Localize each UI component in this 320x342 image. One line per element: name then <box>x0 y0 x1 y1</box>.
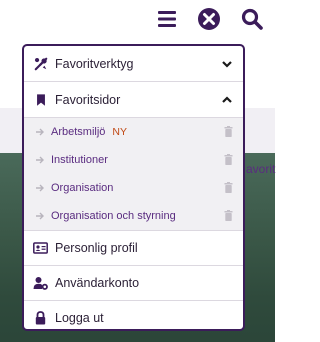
arrow-right-icon <box>36 184 44 192</box>
arrow-right-icon <box>36 156 44 164</box>
menu-icon[interactable] <box>155 7 179 31</box>
arrow-right-icon <box>36 212 44 220</box>
user-account-label: Användarkonto <box>55 276 140 290</box>
user-account-link[interactable]: Användarkonto <box>24 265 243 300</box>
chevron-up-icon <box>222 96 232 103</box>
logout-label: Logga ut <box>55 311 104 325</box>
favorite-tools-header[interactable]: Favoritverktyg <box>24 46 243 82</box>
tools-icon <box>34 57 48 70</box>
favorite-pages-label: Favoritsidor <box>55 92 121 107</box>
favorite-tools-label: Favoritverktyg <box>55 56 134 71</box>
favorite-page-item[interactable]: Organisation och styrning <box>24 202 243 230</box>
arrow-right-icon <box>36 128 44 136</box>
new-badge: NY <box>112 126 127 138</box>
chevron-down-icon <box>222 61 232 68</box>
trash-icon[interactable] <box>224 182 233 193</box>
favorite-pages-list: Arbetsmiljö NY Institutioner Organisatio… <box>24 118 243 230</box>
id-card-icon <box>33 242 48 254</box>
top-bar <box>0 0 275 38</box>
background-partial-text: avorit <box>246 162 276 176</box>
favorite-pages-header[interactable]: Favoritsidor <box>24 82 243 118</box>
search-icon[interactable] <box>240 7 264 31</box>
favorite-page-label: Organisation <box>51 182 114 194</box>
logout-link[interactable]: Logga ut <box>24 300 243 329</box>
trash-icon[interactable] <box>224 126 233 137</box>
trash-icon[interactable] <box>224 210 233 221</box>
trash-icon[interactable] <box>224 154 233 165</box>
favorite-page-label: Institutioner <box>51 154 108 166</box>
lock-icon <box>35 311 46 325</box>
personal-profile-link[interactable]: Personlig profil <box>24 230 243 265</box>
favorite-page-item[interactable]: Arbetsmiljö NY <box>24 118 243 146</box>
favorite-page-label: Organisation och styrning <box>51 210 176 222</box>
close-icon[interactable] <box>197 7 221 31</box>
personal-profile-label: Personlig profil <box>55 241 138 255</box>
favorite-page-item[interactable]: Organisation <box>24 174 243 202</box>
user-gear-icon <box>33 277 48 290</box>
user-dropdown-menu: Favoritverktyg Favoritsidor Arbetsmiljö … <box>22 44 245 331</box>
bookmark-icon <box>37 93 45 106</box>
favorite-page-item[interactable]: Institutioner <box>24 146 243 174</box>
favorite-page-label: Arbetsmiljö <box>51 126 106 138</box>
